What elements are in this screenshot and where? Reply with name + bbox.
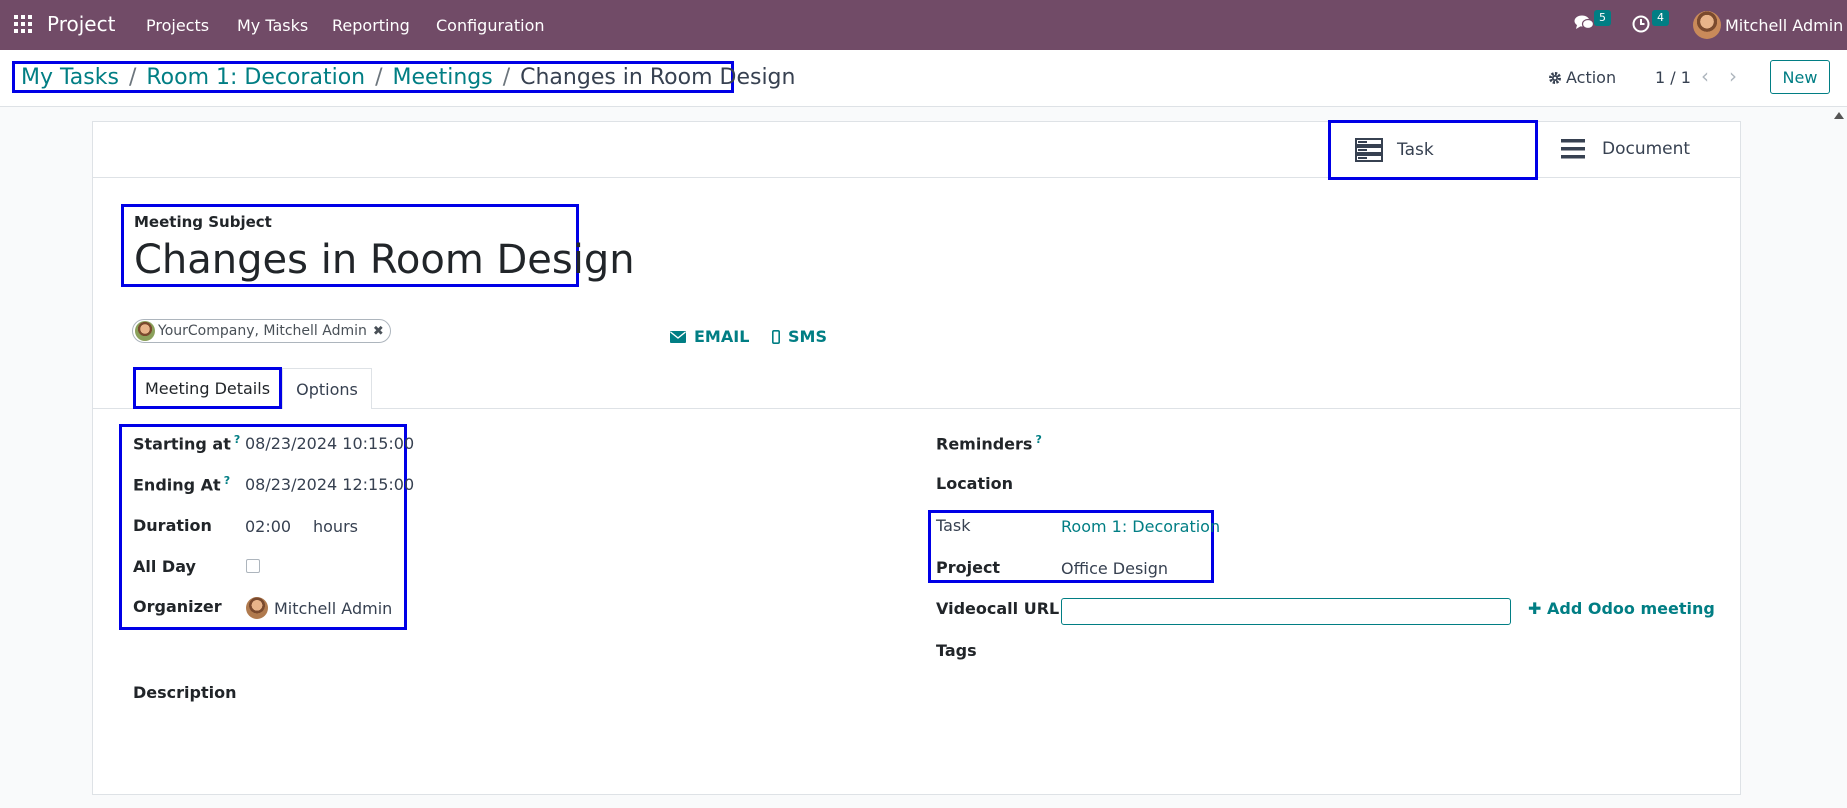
activities-badge: 4: [1652, 10, 1669, 26]
task-smart-label: Task: [1397, 140, 1434, 160]
meeting-subject-value[interactable]: Changes in Room Design: [134, 237, 635, 283]
task-link[interactable]: Room 1: Decoration: [1061, 517, 1220, 536]
scroll-up-arrow-icon[interactable]: [1834, 112, 1844, 119]
tab-options[interactable]: Options: [282, 368, 372, 409]
breadcrumb-separator: /: [375, 64, 383, 90]
app-name[interactable]: Project: [47, 12, 115, 36]
starting-at-text: Starting at: [133, 434, 231, 454]
all-day-label: All Day: [133, 557, 196, 576]
project-label: Project: [936, 558, 1001, 577]
duration-unit: hours: [313, 517, 358, 536]
project-value[interactable]: Office Design: [1061, 559, 1168, 578]
tab-meeting-details[interactable]: Meeting Details: [133, 367, 282, 409]
organizer-value[interactable]: Mitchell Admin: [274, 599, 392, 618]
new-button[interactable]: New: [1770, 60, 1830, 94]
help-icon[interactable]: ?: [1035, 433, 1041, 446]
envelope-icon: [670, 330, 686, 343]
breadcrumb-separator: /: [502, 64, 511, 90]
meeting-subject-label: Meeting Subject: [134, 213, 272, 231]
activity-clock-icon[interactable]: [1632, 15, 1650, 33]
location-label: Location: [936, 474, 1013, 493]
task-label: Task: [936, 516, 971, 535]
meeting-subject-field[interactable]: Meeting Subject Changes in Room Design: [121, 204, 635, 287]
reminders-text: Reminders: [936, 434, 1033, 454]
videocall-url-label: Videocall URL: [936, 599, 1060, 618]
help-icon[interactable]: ?: [224, 474, 230, 487]
attendee-name: YourCompany, Mitchell Admin: [158, 323, 367, 339]
organizer-avatar: [246, 597, 268, 619]
mobile-phone-icon: [772, 329, 780, 344]
sms-label: SMS: [788, 327, 827, 346]
help-icon[interactable]: ?: [234, 433, 240, 446]
ending-at-text: Ending At: [133, 475, 221, 495]
add-odoo-meeting-button[interactable]: ✚ Add Odoo meeting: [1528, 599, 1715, 618]
ending-at-value[interactable]: 08/23/2024 12:15:00: [245, 475, 414, 494]
user-menu-name[interactable]: Mitchell Admin: [1725, 16, 1843, 35]
reminders-label: Reminders?: [936, 433, 1042, 453]
organizer-label: Organizer: [133, 597, 222, 616]
document-smart-label: Document: [1602, 139, 1691, 159]
top-navbar: Project Projects My Tasks Reporting Conf…: [0, 0, 1847, 50]
email-label: EMAIL: [694, 327, 750, 346]
menu-reporting[interactable]: Reporting: [332, 16, 410, 35]
breadcrumb-meetings[interactable]: Meetings: [393, 65, 493, 90]
pager-value[interactable]: 1 / 1: [1655, 68, 1691, 87]
gear-icon: [1549, 71, 1561, 84]
remove-attendee-icon[interactable]: ✖: [373, 324, 384, 339]
menu-my-tasks[interactable]: My Tasks: [237, 16, 308, 35]
description-label: Description: [133, 683, 237, 702]
pager-previous-icon[interactable]: ‹: [1701, 64, 1709, 88]
breadcrumb-current: Changes in Room Design: [520, 64, 796, 90]
starting-at-label: Starting at?: [133, 433, 240, 453]
app-grid-icon[interactable]: [14, 15, 32, 33]
action-label: Action: [1566, 68, 1617, 87]
breadcrumb-room-decoration[interactable]: Room 1: Decoration: [146, 65, 365, 90]
starting-at-value[interactable]: 08/23/2024 10:15:00: [245, 434, 414, 453]
duration-label: Duration: [133, 516, 212, 535]
duration-value[interactable]: 02:00: [245, 517, 291, 536]
sms-button[interactable]: SMS: [772, 327, 827, 346]
messages-icon[interactable]: [1574, 14, 1594, 32]
pager-next-icon[interactable]: ›: [1729, 64, 1737, 88]
add-odoo-meeting-label: Add Odoo meeting: [1546, 599, 1715, 618]
breadcrumb-separator: /: [128, 64, 137, 90]
attendee-tag: YourCompany, Mitchell Admin ✖: [132, 319, 391, 343]
menu-projects[interactable]: Projects: [146, 16, 209, 35]
messages-badge: 5: [1594, 10, 1611, 26]
document-bars-icon: [1561, 139, 1585, 159]
breadcrumb-my-tasks[interactable]: My Tasks: [21, 65, 119, 90]
document-smart-button[interactable]: Document: [1538, 121, 1740, 177]
ending-at-label: Ending At?: [133, 474, 230, 494]
tags-label: Tags: [936, 641, 977, 660]
videocall-url-input[interactable]: [1061, 598, 1511, 625]
attendee-avatar: [135, 321, 155, 341]
menu-configuration[interactable]: Configuration: [436, 16, 545, 35]
email-button[interactable]: EMAIL: [670, 327, 749, 346]
all-day-checkbox[interactable]: [246, 559, 260, 573]
breadcrumb: My Tasks / Room 1: Decoration / Meetings…: [12, 61, 795, 93]
user-avatar[interactable]: [1693, 11, 1721, 39]
task-smart-button[interactable]: Task: [1328, 120, 1538, 180]
task-server-icon: [1355, 138, 1383, 162]
action-menu-button[interactable]: Action: [1548, 68, 1616, 87]
